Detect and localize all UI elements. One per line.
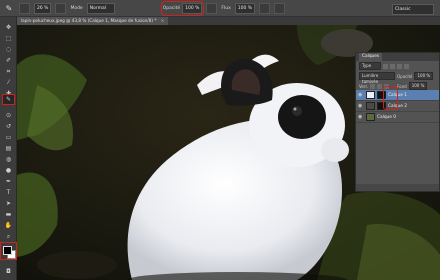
visibility-eye-icon[interactable]: ◉ (358, 103, 364, 109)
opacity-group: Opacité 100 % (160, 0, 205, 16)
layer-row-2[interactable]: ◉ Calque 2 (356, 101, 439, 112)
marquee-tool-icon[interactable]: ⬚ (3, 34, 14, 43)
fill-label: Fond (397, 83, 407, 89)
lock-position-icon[interactable] (377, 83, 383, 89)
mode-label: Mode (70, 5, 83, 11)
flow-field[interactable]: 100 % (234, 2, 256, 14)
hand-tool-icon[interactable]: ✋ (3, 221, 14, 230)
close-tab-icon[interactable]: × (161, 18, 165, 23)
layer-filter-row: Type (356, 61, 439, 71)
quick-mask-icon[interactable]: ◘ (3, 267, 14, 276)
panel-opacity-label: Opacité (397, 73, 413, 79)
visibility-eye-icon[interactable]: ◉ (358, 114, 364, 120)
layer-thumbnail (366, 113, 375, 121)
layers-panel-header: Calques (356, 53, 439, 61)
path-select-tool-icon[interactable]: ➤ (3, 199, 14, 208)
layers-tab[interactable]: Calques (359, 53, 383, 61)
quick-select-tool-icon[interactable]: ✐ (3, 56, 14, 65)
history-brush-tool-icon[interactable]: ↺ (3, 122, 14, 131)
workspace-select[interactable]: Classic (392, 4, 434, 15)
mode-select[interactable]: Normal (86, 2, 115, 14)
brush-preset-picker[interactable] (19, 2, 30, 14)
layer-row-1[interactable]: ◉ Calque 1 (356, 90, 439, 101)
blur-tool-icon[interactable]: ◍ (3, 155, 14, 164)
layer-thumbnail (366, 102, 375, 110)
lock-pixels-icon[interactable] (370, 83, 376, 89)
brush-size-field[interactable]: 26 % (34, 2, 52, 14)
filter-adjust-icon[interactable] (390, 63, 395, 69)
tools-panel: ✥ ⬚ ◌ ✐ ⌗ ⁄ ✚ ✎ ⊙ ↺ ▭ ▤ ◍ ● ✒ T ➤ ▬ ✋ ⌕ … (0, 17, 17, 280)
panel-opacity-field[interactable]: 100 % (414, 72, 434, 80)
foreground-color-swatch[interactable] (3, 246, 12, 255)
document-tab-bar: lapin-pelucheux.jpeg @ 43,8 % (Calque 1,… (17, 17, 440, 25)
layer-name: Calque 0 (377, 114, 397, 120)
filter-pixel-icon[interactable] (383, 63, 388, 69)
zoom-tool-icon[interactable]: ⌕ (3, 232, 14, 241)
eraser-tool-icon[interactable]: ▭ (3, 133, 14, 142)
blend-row: Lumière tamisée Opacité 100 % (356, 71, 439, 84)
gradient-tool-icon[interactable]: ▤ (3, 144, 14, 153)
options-bar: ✎ 26 % Mode Normal Opacité 100 % Flux 10… (0, 0, 440, 17)
pressure-size-button[interactable] (274, 2, 286, 14)
layers-panel-footer (356, 184, 439, 191)
layers-panel: Calques Type Lumière tamisée Opacité 100… (355, 52, 440, 192)
clone-tool-icon[interactable]: ⊙ (3, 111, 14, 120)
document-tab-title: lapin-pelucheux.jpeg @ 43,8 % (Calque 1,… (21, 18, 157, 23)
pen-tool-icon[interactable]: ✒ (3, 177, 14, 186)
lock-label: Verr. (359, 83, 369, 89)
layer-filter-select[interactable]: Type (359, 62, 381, 70)
move-tool-icon[interactable]: ✥ (3, 23, 14, 32)
visibility-eye-icon[interactable]: ◉ (358, 92, 364, 98)
layer-thumbnail (366, 91, 375, 99)
opacity-field[interactable]: 100 % (182, 2, 203, 14)
eyedropper-tool-icon[interactable]: ⁄ (3, 78, 14, 87)
filter-shape-icon[interactable] (404, 63, 409, 69)
blend-mode-select[interactable]: Lumière tamisée (359, 72, 395, 84)
filter-type-icon[interactable] (397, 63, 402, 69)
shape-tool-icon[interactable]: ▬ (3, 210, 14, 219)
layer-row-3[interactable]: ◉ Calque 0 (356, 112, 439, 123)
airbrush-button[interactable] (259, 2, 271, 14)
document-tab[interactable]: lapin-pelucheux.jpeg @ 43,8 % (Calque 1,… (17, 17, 169, 25)
dodge-tool-icon[interactable]: ● (3, 166, 14, 175)
brush-tool-icon[interactable]: ✎ (2, 94, 15, 105)
flow-label: Flux (221, 5, 231, 11)
opacity-label: Opacité (162, 5, 181, 11)
lasso-tool-icon[interactable]: ◌ (3, 45, 14, 54)
fill-field[interactable]: 100 % (408, 82, 428, 90)
brush-tool-preset-icon[interactable]: ✎ (3, 2, 15, 14)
layer-masks-highlight (383, 86, 398, 110)
pressure-opacity-button[interactable] (206, 2, 218, 14)
text-tool-icon[interactable]: T (3, 188, 14, 197)
crop-tool-icon[interactable]: ⌗ (3, 67, 14, 76)
brush-panel-toggle[interactable] (55, 2, 67, 14)
